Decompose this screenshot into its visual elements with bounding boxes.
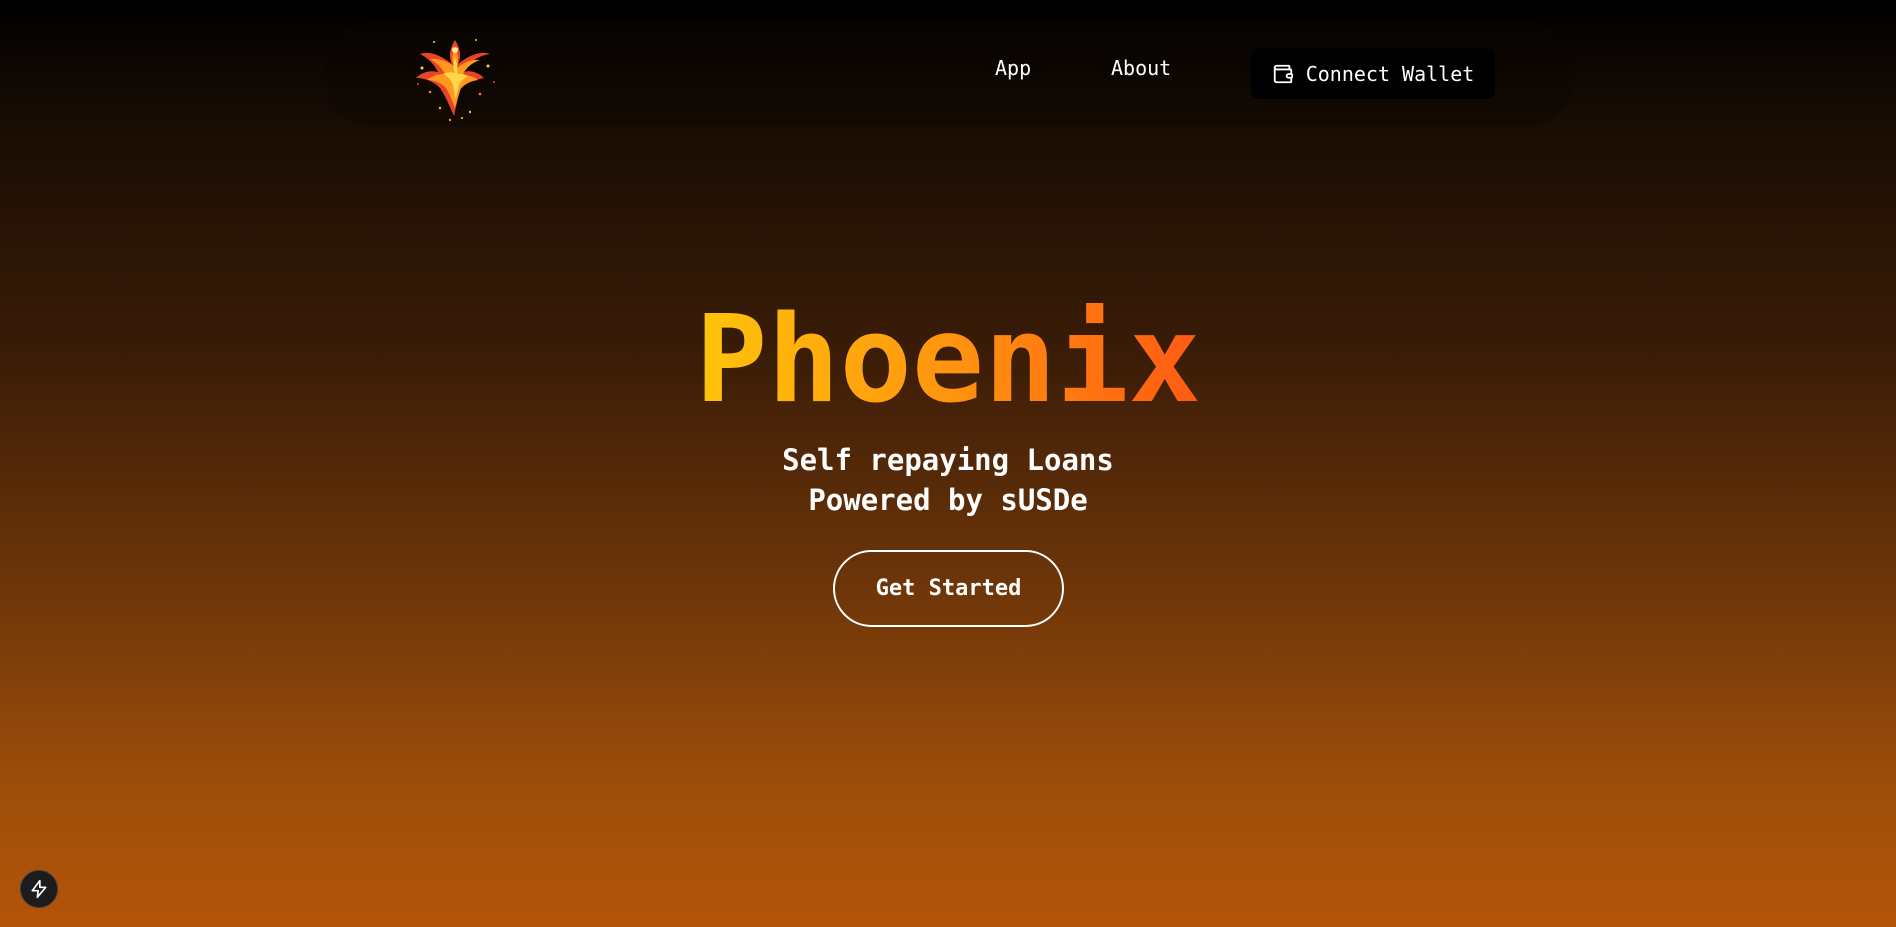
nav-link-about[interactable]: About [1111, 58, 1171, 78]
get-started-label: Get Started [875, 576, 1022, 601]
lightning-bolt-icon [31, 879, 47, 899]
connect-wallet-button[interactable]: Connect Wallet [1251, 48, 1495, 99]
nav-link-app[interactable]: App [995, 58, 1031, 78]
hero-title-text: Phoenix [695, 291, 1201, 430]
phoenix-logo-icon[interactable] [410, 28, 500, 124]
hero-subtitle-line2: Powered by sUSDe [808, 483, 1088, 517]
get-started-button[interactable]: Get Started [833, 550, 1064, 627]
wallet-icon [1273, 64, 1293, 83]
hero-subtitle-line1: Self repaying Loans [782, 443, 1114, 477]
lightning-widget-button[interactable] [20, 870, 58, 908]
hero-title: Phoenix [0, 296, 1896, 426]
connect-wallet-label: Connect Wallet [1305, 61, 1475, 86]
